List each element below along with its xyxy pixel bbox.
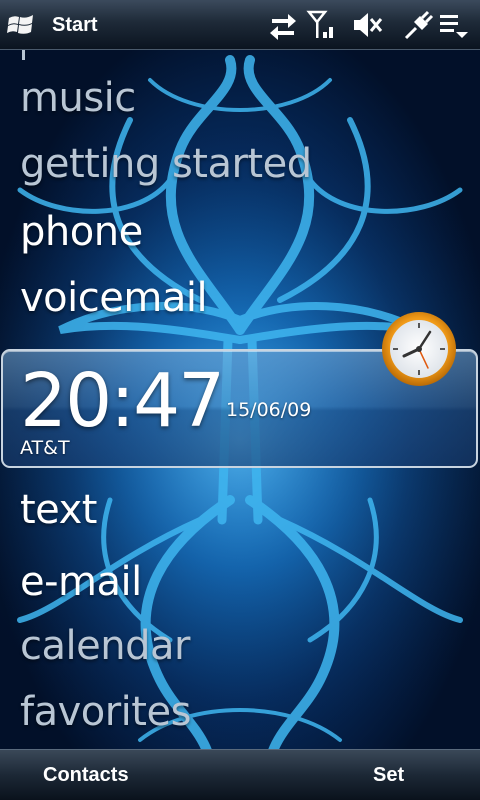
menu-item-phone[interactable]: phone: [20, 208, 143, 256]
data-sync-icon[interactable]: [266, 8, 300, 42]
start-button[interactable]: Start: [52, 12, 98, 38]
analog-clock-icon[interactable]: [380, 312, 458, 390]
contacts-softkey[interactable]: Contacts: [43, 762, 129, 788]
menu-item-getting-started[interactable]: getting started: [20, 140, 312, 188]
softkey-bar: Contacts Set: [0, 749, 480, 800]
menu-item-music[interactable]: music: [20, 74, 136, 122]
speaker-muted-icon[interactable]: [350, 8, 384, 42]
today-screen: Start music getting started phone voicem…: [0, 0, 480, 800]
clock-time: 20:47: [20, 358, 225, 444]
windows-flag-icon[interactable]: [6, 10, 36, 40]
scroll-indicator: [22, 50, 25, 60]
menu-chevron-icon[interactable]: [438, 8, 470, 42]
menu-item-text[interactable]: text: [20, 486, 97, 534]
menu-item-voicemail[interactable]: voicemail: [20, 274, 208, 322]
set-softkey[interactable]: Set: [373, 762, 404, 788]
menu-item-e-mail[interactable]: e-mail: [20, 558, 142, 606]
clock-date: 15/06/09: [226, 399, 312, 421]
carrier-name: AT&T: [20, 437, 70, 459]
menu-item-calendar[interactable]: calendar: [20, 622, 190, 670]
status-bar: Start: [0, 0, 480, 50]
menu-item-favorites[interactable]: favorites: [20, 688, 191, 736]
power-plug-icon[interactable]: [402, 8, 436, 42]
signal-strength-icon[interactable]: [306, 8, 336, 42]
